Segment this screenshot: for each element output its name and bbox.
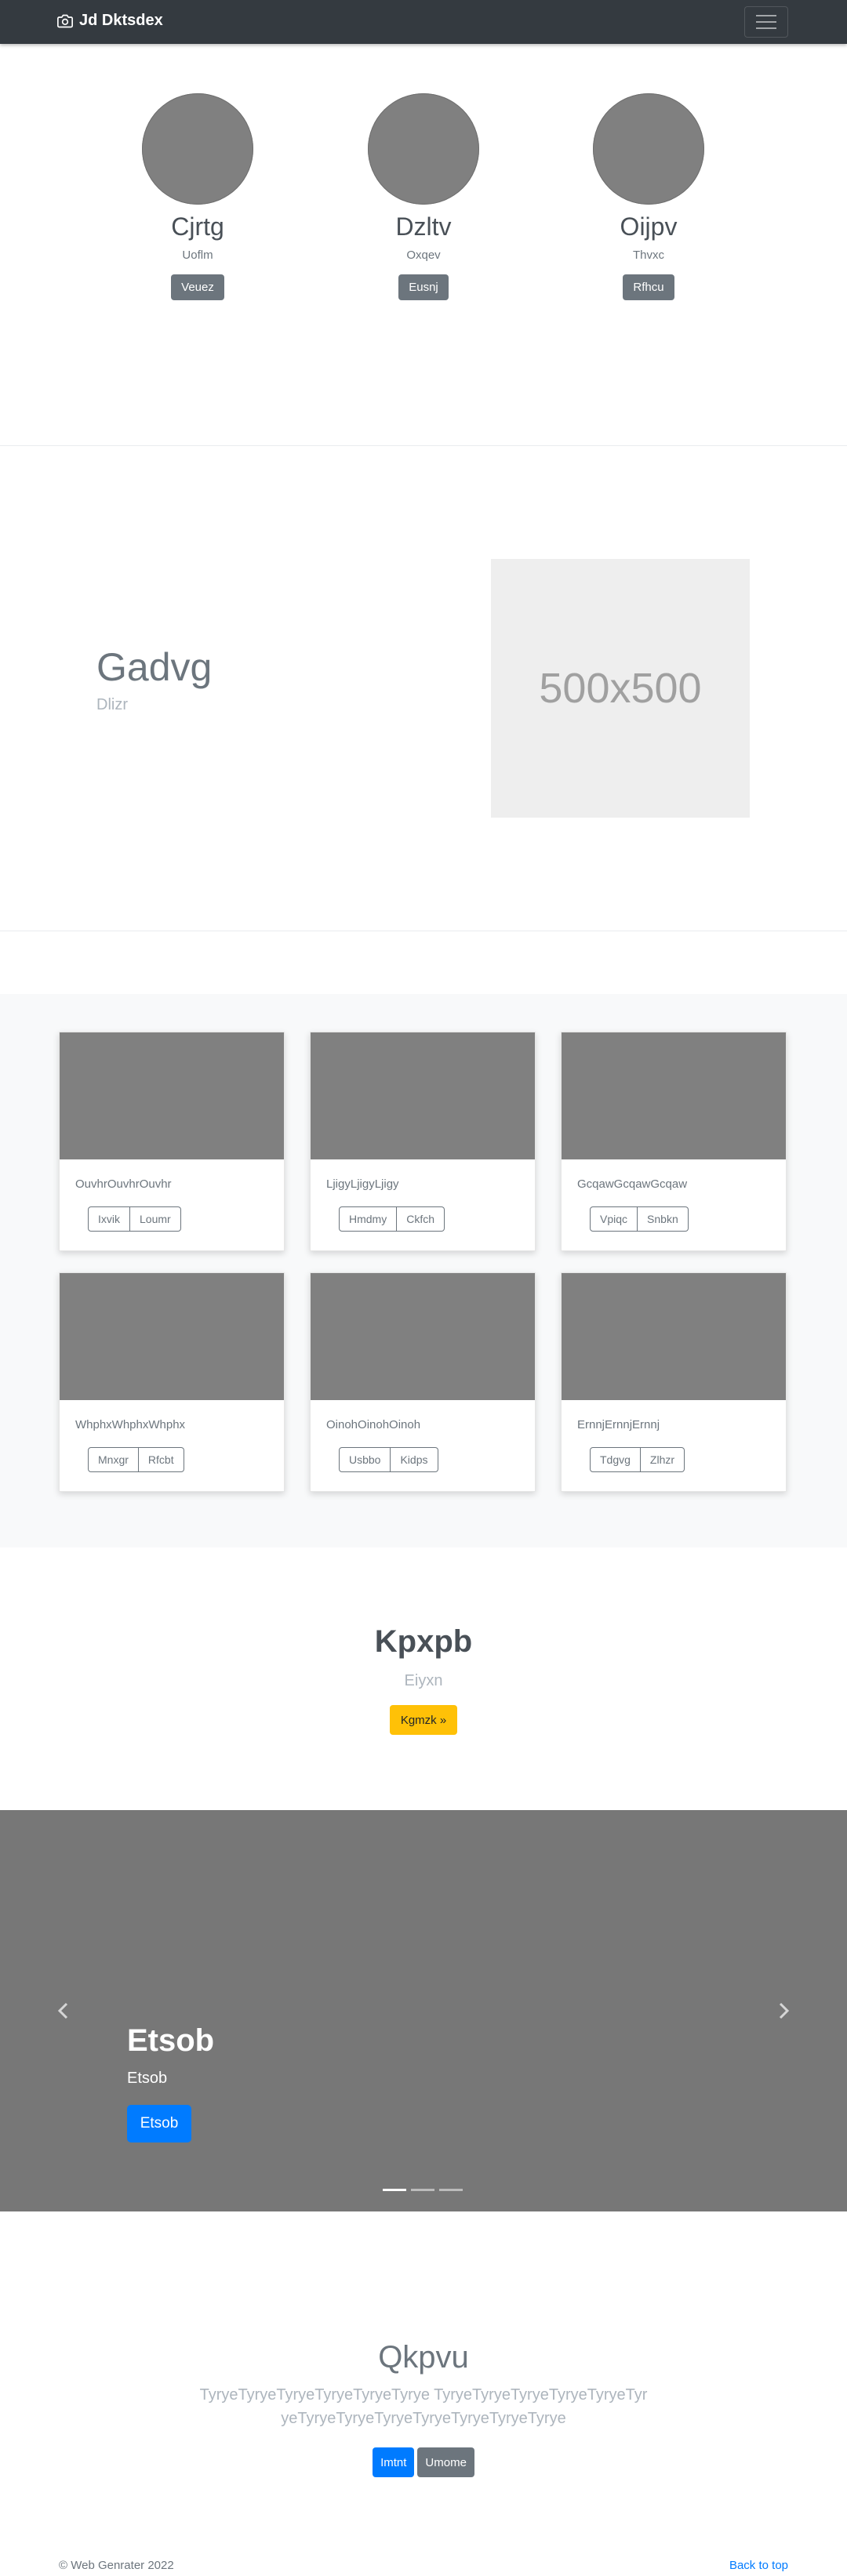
placeholder-label: 500x500 <box>539 665 702 712</box>
carousel-caption-text: Etsob <box>127 2070 168 2087</box>
divider <box>0 445 847 446</box>
profile-card: Cjrtg Uoflm Veuez <box>142 93 253 300</box>
card-image <box>60 1032 284 1159</box>
album-section: OuvhrOuvhrOuvhr Ixvik Loumr LjigyLjigyLj… <box>0 994 847 1547</box>
navbar-toggler-button[interactable] <box>744 6 788 38</box>
carousel-indicators <box>383 2189 463 2191</box>
avatar <box>593 93 704 205</box>
profile-subtitle: Thvxc <box>632 249 664 262</box>
card-button[interactable]: Loumr <box>130 1206 181 1232</box>
album-card: ErnnjErnnjErnnj Tdgvg Zlhzr <box>561 1272 787 1492</box>
card-image <box>562 1032 786 1159</box>
profile-card: Oijpv Thvxc Rfhcu <box>593 93 704 300</box>
card-button-group: Vpiqc Snbkn <box>590 1206 689 1232</box>
card-button[interactable]: Tdgvg <box>590 1447 641 1472</box>
card-text: OinohOinohOinoh <box>326 1418 421 1431</box>
cta-text: TyryeTyryeTyryeTyryeTyryeTyrye TyryeTyry… <box>199 2386 648 2427</box>
card-button[interactable]: Hmdmy <box>339 1206 398 1232</box>
carousel-indicator[interactable] <box>411 2189 434 2191</box>
cta-heading: Qkpvu <box>378 2340 469 2375</box>
card-button[interactable]: Rfcbt <box>138 1447 184 1472</box>
hamburger-icon <box>756 15 776 16</box>
cta-button-row: Imtnt Umome <box>0 2447 847 2477</box>
album-card: GcqawGcqawGcqaw Vpiqc Snbkn <box>561 1032 787 1251</box>
card-button[interactable]: Mnxgr <box>88 1447 139 1472</box>
profile-subtitle: Uoflm <box>182 249 213 262</box>
card-button[interactable]: Ixvik <box>88 1206 130 1232</box>
card-button[interactable]: Vpiqc <box>590 1206 638 1232</box>
card-image <box>311 1032 535 1159</box>
carousel-indicator[interactable] <box>383 2189 406 2191</box>
profile-name: Cjrtg <box>171 212 224 241</box>
card-text: LjigyLjigyLjigy <box>326 1177 399 1191</box>
cta-secondary-button[interactable]: Umome <box>417 2447 474 2477</box>
chevron-right-icon <box>779 2002 790 2019</box>
card-button[interactable]: Usbbo <box>339 1447 391 1472</box>
avatar <box>368 93 479 205</box>
feature-image: 500x500 <box>491 559 750 818</box>
card-button[interactable]: Zlhzr <box>640 1447 685 1472</box>
card-button-group: Tdgvg Zlhzr <box>590 1447 685 1472</box>
cta-primary-button[interactable]: Imtnt <box>373 2447 415 2477</box>
album-card: OuvhrOuvhrOuvhr Ixvik Loumr <box>59 1032 285 1251</box>
card-image <box>311 1273 535 1400</box>
brand-label: Jd Dktsdex <box>79 12 163 29</box>
profile-name: Oijpv <box>620 212 678 241</box>
album-card: LjigyLjigyLjigy Hmdmy Ckfch <box>310 1032 536 1251</box>
card-image <box>562 1273 786 1400</box>
navbar-brand[interactable]: Jd Dktsdex <box>57 12 163 30</box>
card-text: GcqawGcqawGcqaw <box>577 1177 688 1191</box>
back-to-top-link[interactable]: Back to top <box>729 2559 788 2572</box>
carousel-indicator[interactable] <box>439 2189 463 2191</box>
avatar <box>142 93 253 205</box>
profile-button[interactable]: Veuez <box>171 274 224 300</box>
card-button[interactable]: Snbkn <box>638 1206 689 1232</box>
profile-button[interactable]: Rfhcu <box>623 274 674 300</box>
profile-subtitle: Oxqev <box>406 249 441 262</box>
card-text: ErnnjErnnjErnnj <box>577 1418 660 1431</box>
carousel-caption-button[interactable]: Etsob <box>127 2105 191 2142</box>
card-button-group: Hmdmy Ckfch <box>339 1206 445 1232</box>
card-button-group: Mnxgr Rfcbt <box>88 1447 184 1472</box>
album-card: OinohOinohOinoh Usbbo Kidps <box>310 1272 536 1492</box>
profile-card: Dzltv Oxqev Eusnj <box>368 93 479 300</box>
feature-heading: Gadvg <box>96 645 213 689</box>
card-button[interactable]: Ckfch <box>397 1206 445 1232</box>
card-text: OuvhrOuvhrOuvhr <box>75 1177 172 1191</box>
jumbotron-subheading: Eiyxn <box>404 1672 443 1689</box>
jumbotron-heading: Kpxpb <box>374 1624 473 1659</box>
card-image <box>60 1273 284 1400</box>
feature-subheading: Dlizr <box>96 696 128 713</box>
carousel-prev-button[interactable] <box>52 1996 75 2026</box>
card-button-group: Usbbo Kidps <box>339 1447 438 1472</box>
jumbotron-button[interactable]: Kgmzk » <box>390 1705 457 1735</box>
card-text: WhphxWhphxWhphx <box>75 1418 186 1431</box>
carousel: Etsob Etsob Etsob <box>0 1810 847 2211</box>
card-button-group: Ixvik Loumr <box>88 1206 181 1232</box>
carousel-caption-title: Etsob <box>127 2023 215 2058</box>
album-card: WhphxWhphxWhphx Mnxgr Rfcbt <box>59 1272 285 1492</box>
profile-name: Dzltv <box>395 212 452 241</box>
carousel-next-button[interactable] <box>772 1996 795 2026</box>
footer-copyright: © Web Genrater 2022 <box>59 2559 174 2572</box>
card-button[interactable]: Kidps <box>391 1447 438 1472</box>
camera-icon <box>57 14 73 27</box>
navbar: Jd Dktsdex <box>0 0 847 44</box>
chevron-left-icon <box>57 2002 68 2019</box>
profile-button[interactable]: Eusnj <box>398 274 449 300</box>
